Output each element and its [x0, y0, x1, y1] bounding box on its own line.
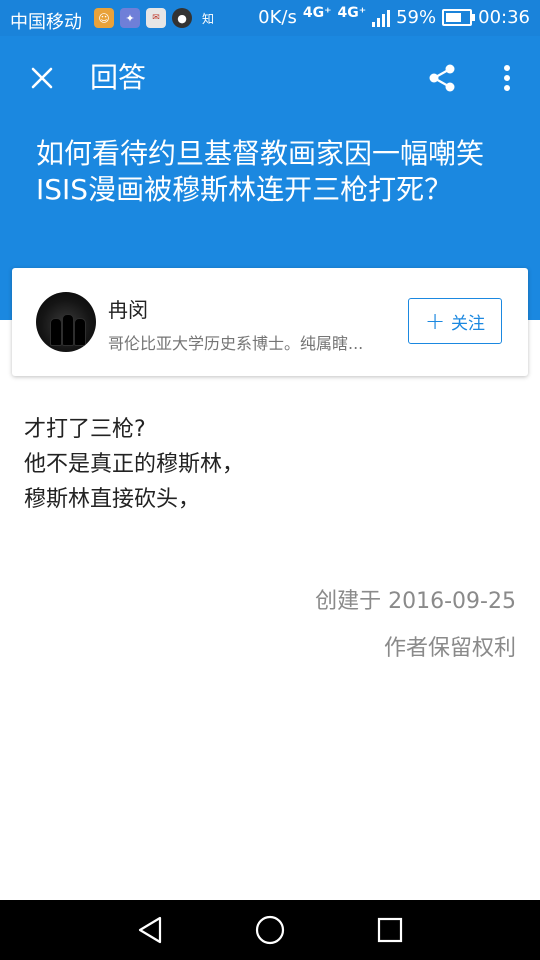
net-speed: 0K/s — [258, 7, 297, 28]
avatar-figure — [62, 314, 74, 346]
more-vert-icon[interactable] — [490, 58, 524, 98]
status-bar: 中国移动 ☺ ✦ ✉ ● 知 0K/s 4G⁺ 4G⁺ 59% 00:36 — [0, 0, 540, 36]
app-notification-icon: ✉ — [146, 8, 166, 28]
app-notification-icon: ✦ — [120, 8, 140, 28]
battery-fill — [446, 13, 462, 22]
zhihu-icon: 知 — [201, 11, 214, 26]
answer-line: 才打了三枪? — [24, 417, 146, 442]
author-name[interactable]: 冉闵 — [108, 294, 148, 323]
copyright-notice: 作者保留权利 — [383, 636, 516, 661]
created-date: 创建于 2016-09-25 — [315, 589, 516, 614]
signal-icon — [372, 9, 391, 27]
app-bar: 回答 — [0, 36, 540, 122]
recents-icon[interactable] — [370, 910, 410, 950]
home-icon[interactable] — [250, 910, 290, 950]
qq-icon: ● — [172, 8, 192, 28]
notification-icons: ☺ ✦ ✉ ● 知 — [94, 8, 218, 28]
answer-body: 才打了三枪? 他不是真正的穆斯林， 穆斯林直接砍头， — [24, 412, 516, 517]
navigation-bar — [0, 900, 540, 960]
carrier-label: 中国移动 — [10, 12, 82, 33]
battery-percent: 59% — [396, 7, 437, 28]
follow-button[interactable]: + 关注 — [408, 298, 502, 344]
author-bio: 哥伦比亚大学历史系博士。纯属瞎... — [108, 334, 364, 353]
avatar-figure — [50, 318, 62, 346]
answer-line: 穆斯林直接砍头， — [24, 487, 201, 512]
page-title: 回答 — [90, 61, 147, 94]
back-icon[interactable] — [130, 910, 170, 950]
plus-icon: + — [424, 307, 446, 335]
battery-icon — [442, 9, 476, 26]
question-title[interactable]: 如何看待约旦基督教画家因一幅嘲笑ISIS漫画被穆斯林连开三枪打死？ — [36, 136, 506, 208]
avatar[interactable] — [36, 292, 96, 352]
answer-line: 他不是真正的穆斯林， — [24, 452, 245, 477]
network-type-secondary: 4G⁺ — [337, 4, 367, 21]
author-card[interactable]: 冉闵 哥伦比亚大学历史系博士。纯属瞎... + 关注 — [12, 268, 528, 376]
close-icon[interactable] — [22, 58, 62, 98]
follow-label: 关注 — [451, 313, 486, 334]
status-right-area: 0K/s 4G⁺ 4G⁺ 59% 00:36 — [258, 4, 530, 29]
app-notification-icon: ☺ — [94, 8, 114, 28]
clock: 00:36 — [478, 7, 530, 28]
avatar-figure — [74, 318, 86, 346]
share-icon[interactable] — [422, 58, 462, 98]
network-type: 4G⁺ — [302, 4, 332, 21]
